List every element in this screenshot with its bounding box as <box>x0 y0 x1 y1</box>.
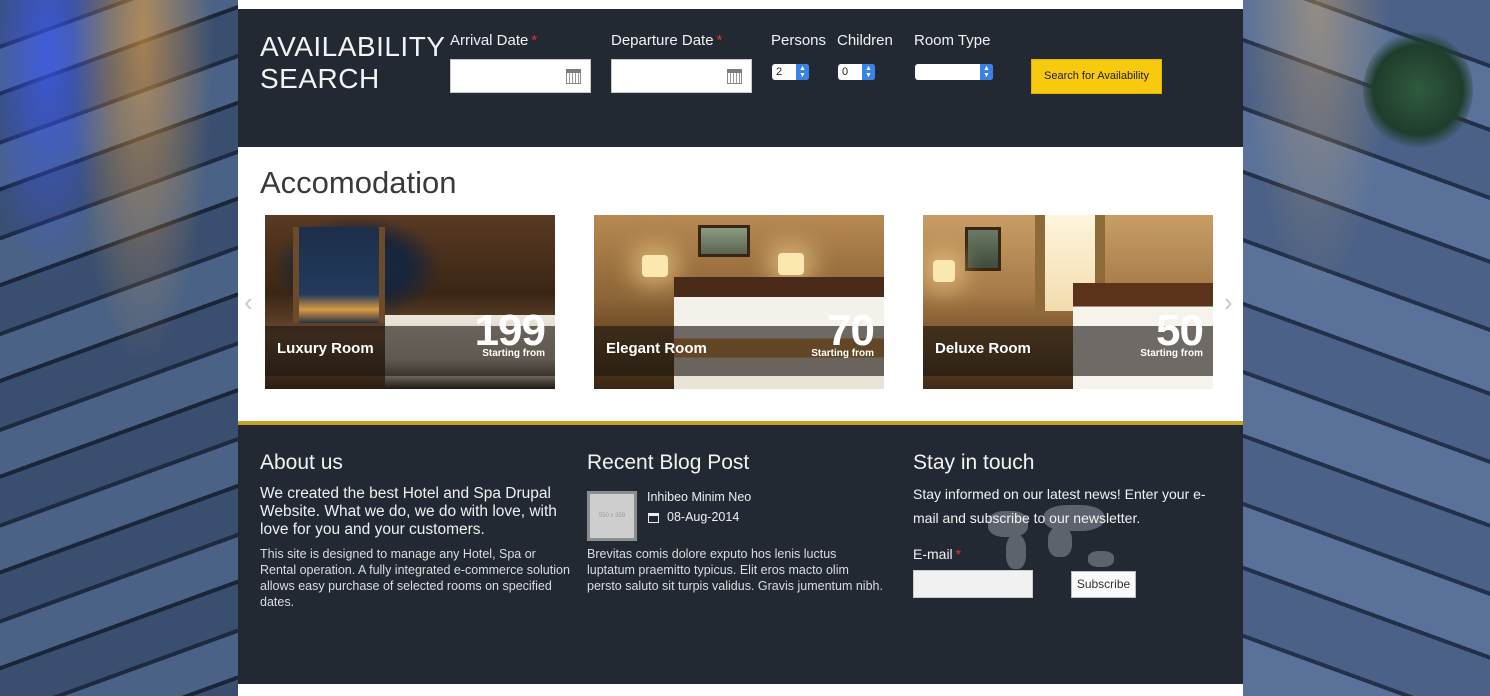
children-select[interactable]: 0 ▲ ▼ <box>838 64 875 80</box>
room-price: 199 <box>474 306 546 355</box>
accommodation-section: Accomodation ‹ › Luxury Room 199 Startin… <box>238 147 1243 421</box>
room-price-caption: Starting from <box>482 348 545 359</box>
search-title: AVAILABILITY SEARCH <box>260 31 446 95</box>
room-card-elegant[interactable]: Elegant Room 70 Starting from <box>594 215 884 389</box>
blog-thumbnail[interactable]: 550 x 359 <box>587 491 637 541</box>
blog-post-title[interactable]: Inhibeo Minim Neo <box>647 490 751 504</box>
bottom-strip <box>238 684 1243 696</box>
availability-search-panel: AVAILABILITY SEARCH Arrival Date * Depart… <box>238 9 1243 147</box>
room-photo-window <box>293 227 385 323</box>
email-label-text: E-mail <box>913 546 953 562</box>
room-type-select[interactable]: ▲ ▼ <box>915 64 993 80</box>
about-body: This site is designed to manage any Hote… <box>260 547 570 609</box>
room-card-deluxe[interactable]: Deluxe Room 50 Starting from <box>923 215 1213 389</box>
calendar-icon[interactable] <box>727 69 742 84</box>
email-label: E-mail * <box>913 546 961 562</box>
room-price: 70 <box>827 306 875 355</box>
newsletter-text: Stay informed on our latest news! Enter … <box>913 486 1206 526</box>
background-left-walkway <box>0 0 238 696</box>
arrival-date-label: Arrival Date * <box>450 32 537 49</box>
carousel-prev-arrow-icon[interactable]: ‹ <box>244 289 253 315</box>
search-availability-button[interactable]: Search for Availability <box>1031 59 1162 94</box>
room-photo-lamp <box>778 253 804 275</box>
blog-post-date: 08-Aug-2014 <box>667 510 740 524</box>
arrival-date-label-text: Arrival Date <box>450 32 529 49</box>
persons-value: 2 <box>776 66 783 78</box>
room-photo-lamp <box>933 260 955 282</box>
top-strip <box>238 0 1243 9</box>
newsletter-heading: Stay in touch <box>913 451 1035 474</box>
calendar-icon[interactable] <box>566 69 581 84</box>
stepper-icon: ▲ ▼ <box>796 64 809 80</box>
about-lead: We created the best Hotel and Spa Drupal… <box>260 485 557 538</box>
room-price-caption: Starting from <box>1140 348 1203 359</box>
persons-select[interactable]: 2 ▲ ▼ <box>772 64 809 80</box>
calendar-icon <box>648 513 659 523</box>
room-card-luxury[interactable]: Luxury Room 199 Starting from <box>265 215 555 389</box>
stepper-icon: ▲ ▼ <box>862 64 875 80</box>
search-title-line1: AVAILABILITY <box>260 31 446 62</box>
room-type-label: Room Type <box>914 32 991 49</box>
subscribe-button[interactable]: Subscribe <box>1071 571 1136 598</box>
carousel-next-arrow-icon[interactable]: › <box>1224 289 1233 315</box>
accommodation-title: Accomodation <box>260 165 457 200</box>
footer: About us We created the best Hotel and S… <box>238 425 1243 684</box>
room-price-caption: Starting from <box>811 348 874 359</box>
persons-label: Persons <box>771 32 827 49</box>
departure-date-label: Departure Date * <box>611 32 722 49</box>
stepper-icon: ▲ ▼ <box>980 64 993 80</box>
background-palm <box>1363 30 1473 150</box>
arrival-date-input[interactable] <box>450 59 591 93</box>
room-price: 50 <box>1156 306 1204 355</box>
main-column: AVAILABILITY SEARCH Arrival Date * Depart… <box>238 0 1243 696</box>
about-heading: About us <box>260 451 343 474</box>
children-value: 0 <box>842 66 849 78</box>
required-mark: * <box>531 32 538 49</box>
required-mark: * <box>955 546 962 562</box>
background-right-walkway <box>1243 0 1490 696</box>
children-label: Children <box>837 32 893 49</box>
room-name: Luxury Room <box>277 340 374 357</box>
blog-post-excerpt: Brevitas comis dolore exputo hos lenis l… <box>587 547 883 593</box>
room-photo-lamp <box>642 255 668 277</box>
required-mark: * <box>716 32 723 49</box>
room-photo-art <box>965 227 1001 271</box>
blog-heading: Recent Blog Post <box>587 451 750 474</box>
room-name: Deluxe Room <box>935 340 1031 357</box>
search-title-line2: SEARCH <box>260 63 380 94</box>
room-photo-art <box>698 225 750 257</box>
room-name: Elegant Room <box>606 340 707 357</box>
email-input[interactable] <box>913 570 1033 598</box>
departure-date-input[interactable] <box>611 59 752 93</box>
departure-date-label-text: Departure Date <box>611 32 714 49</box>
